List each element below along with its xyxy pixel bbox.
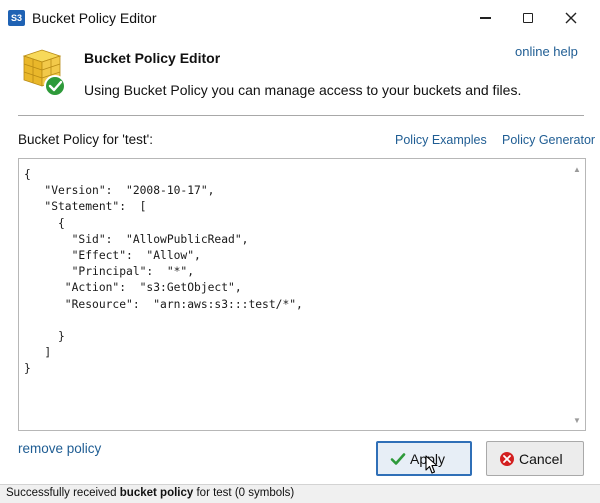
bucket-policy-icon	[20, 46, 66, 98]
mouse-cursor-icon	[425, 455, 438, 474]
online-help-link[interactable]: online help	[515, 44, 578, 59]
status-bold: bucket policy	[119, 487, 194, 499]
policy-editor[interactable]: { "Version": "2008-10-17", "Statement": …	[18, 158, 586, 431]
checkmark-icon	[390, 451, 406, 467]
window-title: Bucket Policy Editor	[32, 10, 157, 26]
title-bar: S3 Bucket Policy Editor	[0, 0, 600, 36]
policy-text-area[interactable]: { "Version": "2008-10-17", "Statement": …	[24, 167, 564, 427]
editor-scrollbar[interactable]: ▲ ▼	[569, 159, 585, 430]
scroll-up-icon[interactable]: ▲	[572, 165, 582, 175]
status-message: Successfully received bucket policy for …	[6, 487, 294, 499]
policy-generator-link[interactable]: Policy Generator	[502, 133, 595, 147]
header-title: Bucket Policy Editor	[84, 50, 221, 66]
header-description: Using Bucket Policy you can manage acces…	[84, 82, 522, 98]
apply-button[interactable]: Apply	[376, 441, 472, 476]
minimize-icon	[479, 17, 491, 19]
header-divider	[18, 115, 584, 116]
cancel-button[interactable]: Cancel	[486, 441, 584, 476]
app-icon: S3	[8, 10, 25, 26]
maximize-icon	[523, 13, 533, 23]
status-suffix: for test (0 symbols)	[193, 487, 295, 499]
minimize-button[interactable]	[462, 0, 508, 36]
cancel-label: Cancel	[519, 450, 563, 467]
status-prefix: Successfully received	[6, 487, 120, 499]
maximize-button[interactable]	[505, 0, 551, 36]
close-icon	[565, 12, 577, 24]
policy-examples-link[interactable]: Policy Examples	[395, 133, 487, 147]
status-bar: Successfully received bucket policy for …	[0, 484, 600, 503]
policy-label: Bucket Policy for 'test':	[18, 132, 153, 147]
cancel-icon	[499, 451, 515, 467]
scroll-down-icon[interactable]: ▼	[572, 416, 582, 426]
close-button[interactable]	[548, 0, 594, 36]
remove-policy-link[interactable]: remove policy	[18, 441, 101, 456]
